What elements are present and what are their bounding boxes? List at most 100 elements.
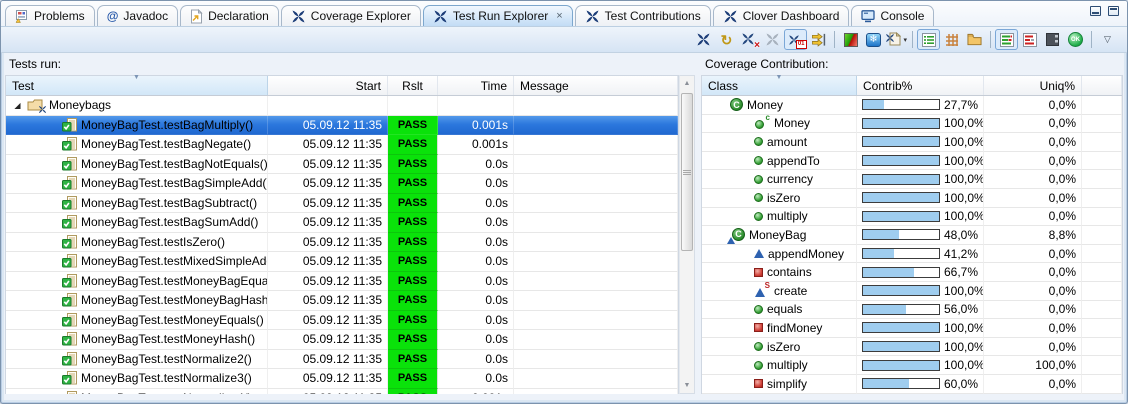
class-icon: C — [730, 98, 743, 111]
clover-icon[interactable] — [692, 29, 715, 50]
coverage-gradient-icon[interactable] — [839, 29, 862, 50]
dropdown-arrow-icon[interactable]: ▾ — [903, 36, 907, 44]
scrollbar-grip — [683, 170, 691, 175]
scroll-up-icon[interactable]: ▲ — [680, 76, 694, 91]
view-content: Tests run: ▼TestStartRsltTimeMessage ◢Mo… — [1, 53, 1127, 403]
test-row[interactable]: MoneyBagTest.testNormalize3()05.09.12 11… — [6, 369, 678, 389]
scroll-down-icon[interactable]: ▼ — [680, 378, 694, 393]
toolbar-separator — [834, 31, 835, 48]
column-header-uniq[interactable]: Uniq% — [984, 76, 1082, 95]
coverage-row[interactable]: appendTo100,0%0,0% — [702, 152, 1122, 171]
uncovered-view-icon[interactable] — [1041, 29, 1064, 50]
test-row[interactable]: MoneyBagTest.testBagMultiply()05.09.12 1… — [6, 116, 678, 136]
tab-coverage-explorer[interactable]: Coverage Explorer — [281, 5, 421, 26]
column-header-start[interactable]: Start — [268, 76, 388, 95]
coverage-row[interactable]: isZero100,0%0,0% — [702, 189, 1122, 208]
failed-bars-icon[interactable] — [1018, 29, 1041, 50]
coverage-row[interactable]: equals56,0%0,0% — [702, 301, 1122, 320]
test-row[interactable]: MoneyBagTest.testBagSimpleAdd()05.09.12 … — [6, 174, 678, 194]
close-icon[interactable]: × — [556, 10, 562, 22]
maximize-icon[interactable] — [1108, 6, 1119, 16]
coverage-row[interactable]: isZero100,0%0,0% — [702, 338, 1122, 357]
remove-all-coverage-icon[interactable] — [761, 29, 784, 50]
vertical-scrollbar[interactable]: ▲ ▼ — [679, 75, 695, 394]
test-row[interactable]: MoneyBagTest.testBagSubtract()05.09.12 1… — [6, 194, 678, 214]
tab-javadoc[interactable]: @Javadoc — [97, 5, 178, 26]
tab-declaration[interactable]: Declaration — [180, 5, 279, 26]
test-time-cell: 0.0s — [438, 252, 514, 272]
tab-test-contributions[interactable]: Test Contributions — [575, 5, 711, 26]
package-view-icon[interactable] — [963, 29, 986, 50]
test-row[interactable]: MoneyBagTest.testBagNegate()05.09.12 11:… — [6, 135, 678, 155]
reorder-columns-icon[interactable] — [807, 29, 830, 50]
coverage-bars-icon[interactable] — [995, 29, 1018, 50]
tab-console[interactable]: Console — [851, 5, 934, 26]
column-header-time[interactable]: Time — [438, 76, 514, 95]
coverage-row[interactable]: CMoneyBag48,0%8,8% — [702, 226, 1122, 245]
uniq-cell: 8,8% — [984, 226, 1082, 245]
method-public-icon — [754, 212, 763, 221]
coverage-row[interactable]: multiply100,0%100,0% — [702, 356, 1122, 375]
test-row[interactable]: MoneyBagTest.testBagSumAdd()05.09.12 11:… — [6, 213, 678, 233]
coverage-row[interactable]: findMoney100,0%0,0% — [702, 319, 1122, 338]
column-header-class[interactable]: ▼Class — [702, 76, 857, 95]
view-menu-icon[interactable]: ▽ — [1096, 29, 1119, 50]
coverage-row[interactable]: simplify60,0%0,0% — [702, 375, 1122, 394]
test-row[interactable]: MoneyBagTest.testNormalize4()05.09.12 11… — [6, 389, 678, 395]
tab-test-run-explorer[interactable]: Test Run Explorer× — [423, 5, 573, 26]
scrollbar-thumb[interactable] — [681, 93, 693, 251]
snowflake-icon[interactable]: ❄ — [862, 29, 885, 50]
column-header-message[interactable]: Message — [514, 76, 678, 95]
test-row[interactable]: MoneyBagTest.testMoneyEquals()05.09.12 1… — [6, 311, 678, 331]
list-view-icon[interactable] — [917, 29, 940, 50]
contrib-bar — [862, 192, 940, 203]
column-header-spacer[interactable] — [1082, 76, 1122, 95]
coverage-row[interactable]: amount100,0%0,0% — [702, 133, 1122, 152]
tests-table: ▼TestStartRsltTimeMessage ◢MoneybagsMone… — [5, 75, 679, 394]
coverage-row[interactable]: contains66,7%0,0% — [702, 263, 1122, 282]
coverage-row[interactable]: CMoney27,7%0,0% — [702, 96, 1122, 115]
contrib-bar-fill — [863, 156, 939, 165]
refresh-icon[interactable]: ↻ — [715, 29, 738, 50]
coverage-row[interactable]: cMoney100,0%0,0% — [702, 115, 1122, 134]
uniq-cell: 0,0% — [984, 301, 1082, 320]
suite-start-cell — [268, 96, 388, 116]
coverage-element-name: multiply — [767, 358, 808, 372]
sort-indicator-icon: ▼ — [776, 74, 783, 81]
clover-icon — [585, 9, 600, 24]
contrib-cell: 100,0% — [857, 115, 984, 134]
contrib-bar-fill — [863, 249, 894, 258]
coverage-row[interactable]: Screate100,0%0,0% — [702, 282, 1122, 301]
test-row[interactable]: MoneyBagTest.testMoneyHash()05.09.12 11:… — [6, 330, 678, 350]
test-start-cell: 05.09.12 11:35 — [268, 272, 388, 292]
test-message-cell — [514, 330, 678, 350]
remove-coverage-icon[interactable]: × — [738, 29, 761, 50]
tab-label: Coverage Explorer — [311, 9, 411, 23]
test-row[interactable]: MoneyBagTest.testMixedSimpleAdd()05.09.1… — [6, 252, 678, 272]
test-row[interactable]: MoneyBagTest.testBagNotEquals()05.09.12 … — [6, 155, 678, 175]
test-row[interactable]: MoneyBagTest.testNormalize2()05.09.12 11… — [6, 350, 678, 370]
test-row[interactable]: MoneyBagTest.testMoneyBagHash()05.09.12 … — [6, 291, 678, 311]
column-header-test[interactable]: ▼Test — [6, 76, 268, 95]
test-icon — [62, 235, 77, 249]
test-row[interactable]: MoneyBagTest.testMoneyBagEquals()05.09.1… — [6, 272, 678, 292]
contrib-cell: 60,0% — [857, 375, 984, 394]
column-header-rslt[interactable]: Rslt — [388, 76, 438, 95]
constructor-icon: c — [754, 116, 770, 130]
ok-status-icon[interactable]: OK — [1064, 29, 1087, 50]
column-header-contrib[interactable]: Contrib% — [857, 76, 984, 95]
report-icon[interactable]: ▾ — [885, 29, 908, 50]
tab-clover-dashboard[interactable]: Clover Dashboard — [713, 5, 850, 26]
coverage-row[interactable]: appendMoney41,2%0,0% — [702, 245, 1122, 264]
contrib-bar-fill — [863, 212, 939, 221]
filter-test-run-icon[interactable]: 01 — [784, 29, 807, 50]
suite-row[interactable]: ◢Moneybags — [6, 96, 678, 116]
coverage-row[interactable]: multiply100,0%0,0% — [702, 208, 1122, 227]
coverage-row[interactable]: currency100,0%0,0% — [702, 170, 1122, 189]
test-row[interactable]: MoneyBagTest.testIsZero()05.09.12 11:35P… — [6, 233, 678, 253]
tab-problems[interactable]: Problems — [5, 5, 95, 26]
collapse-arrow-icon[interactable]: ◢ — [12, 101, 23, 110]
grid-view-icon[interactable] — [940, 29, 963, 50]
column-header-label: Contrib% — [863, 79, 912, 93]
minimize-icon[interactable] — [1090, 6, 1101, 16]
